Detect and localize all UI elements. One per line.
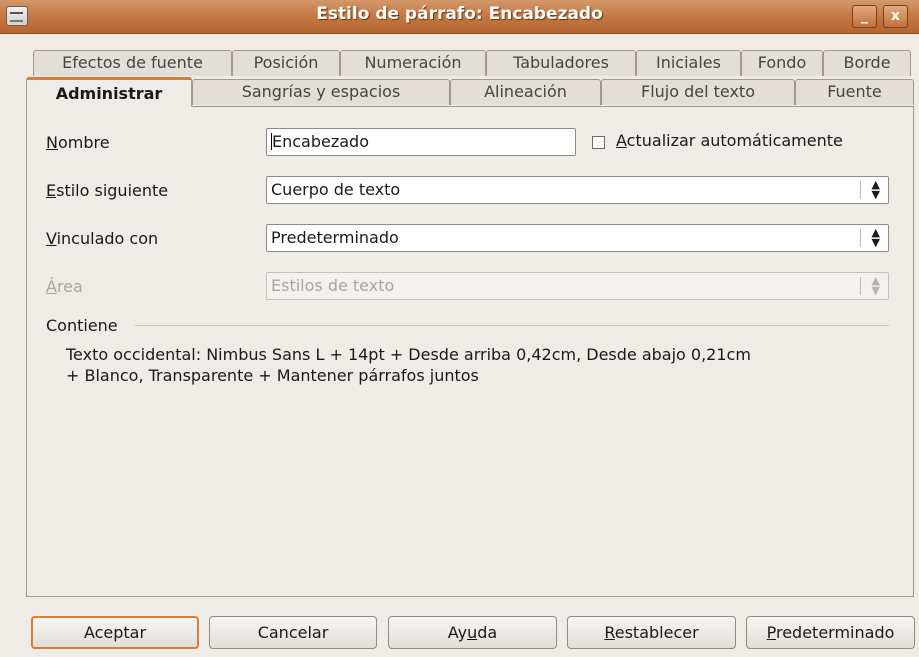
linked-select[interactable]: Predeterminado ▲ ▼ bbox=[266, 224, 889, 252]
area-label: Área bbox=[46, 277, 83, 296]
tab-row-front: Administrar Sangrías y espacios Alineaci… bbox=[0, 77, 919, 107]
tab-administrar[interactable]: Administrar bbox=[26, 77, 192, 107]
up-down-arrows-icon: ▲ ▼ bbox=[871, 178, 880, 201]
tab-flujo-del-texto[interactable]: Flujo del texto bbox=[601, 79, 795, 105]
contains-divider bbox=[135, 325, 889, 326]
contains-title: Contiene bbox=[46, 316, 118, 335]
next-style-label: Estilo siguiente bbox=[46, 181, 169, 200]
tab-row-back: Efectos de fuente Posición Numeración Ta… bbox=[0, 50, 919, 76]
tab-fuente[interactable]: Fuente bbox=[795, 79, 914, 105]
tab-iniciales[interactable]: Iniciales bbox=[636, 50, 741, 76]
reset-button[interactable]: Restablecer bbox=[567, 616, 736, 649]
tab-alineacion[interactable]: Alineación bbox=[450, 79, 601, 105]
ok-button[interactable]: Aceptar bbox=[31, 616, 199, 649]
contains-description: Texto occidental: Nimbus Sans L + 14pt +… bbox=[66, 344, 876, 386]
title-bar[interactable]: Estilo de párrafo: Encabezado _ x bbox=[0, 0, 919, 34]
name-input-value: Encabezado bbox=[272, 132, 369, 151]
area-value: Estilos de texto bbox=[271, 276, 395, 295]
next-style-value: Cuerpo de texto bbox=[271, 180, 401, 199]
up-down-arrows-icon: ▲ ▼ bbox=[871, 274, 880, 297]
auto-update-label[interactable]: Actualizar automáticamente bbox=[616, 131, 843, 150]
help-button[interactable]: Ayuda bbox=[388, 616, 557, 649]
up-down-arrows-icon: ▲ ▼ bbox=[871, 226, 880, 249]
name-label: Nombre bbox=[46, 133, 110, 152]
default-button[interactable]: Predeterminado bbox=[746, 616, 915, 649]
minimize-button[interactable]: _ bbox=[852, 5, 877, 28]
combo-separator bbox=[860, 277, 861, 295]
window-title: Estilo de párrafo: Encabezado bbox=[316, 4, 603, 24]
tab-sangrias-y-espacios[interactable]: Sangrías y espacios bbox=[192, 79, 450, 105]
linked-label: Vinculado con bbox=[46, 229, 159, 248]
tab-efectos-de-fuente[interactable]: Efectos de fuente bbox=[33, 50, 232, 76]
auto-update-checkbox[interactable] bbox=[592, 136, 605, 149]
next-style-select[interactable]: Cuerpo de texto ▲ ▼ bbox=[266, 176, 889, 204]
tab-tabuladores[interactable]: Tabuladores bbox=[486, 50, 636, 76]
close-button[interactable]: x bbox=[883, 5, 908, 28]
name-input[interactable]: Encabezado bbox=[266, 128, 576, 156]
contains-line-2: + Blanco, Transparente + Mantener párraf… bbox=[66, 366, 479, 385]
tab-posicion[interactable]: Posición bbox=[232, 50, 340, 76]
contains-line-1: Texto occidental: Nimbus Sans L + 14pt +… bbox=[66, 345, 751, 364]
area-select: Estilos de texto ▲ ▼ bbox=[266, 272, 889, 300]
tab-numeracion[interactable]: Numeración bbox=[340, 50, 486, 76]
tab-borde[interactable]: Borde bbox=[823, 50, 911, 76]
combo-separator bbox=[860, 181, 861, 199]
cancel-button[interactable]: Cancelar bbox=[209, 616, 377, 649]
linked-value: Predeterminado bbox=[271, 228, 399, 247]
tab-fondo[interactable]: Fondo bbox=[741, 50, 823, 76]
combo-separator bbox=[860, 229, 861, 247]
